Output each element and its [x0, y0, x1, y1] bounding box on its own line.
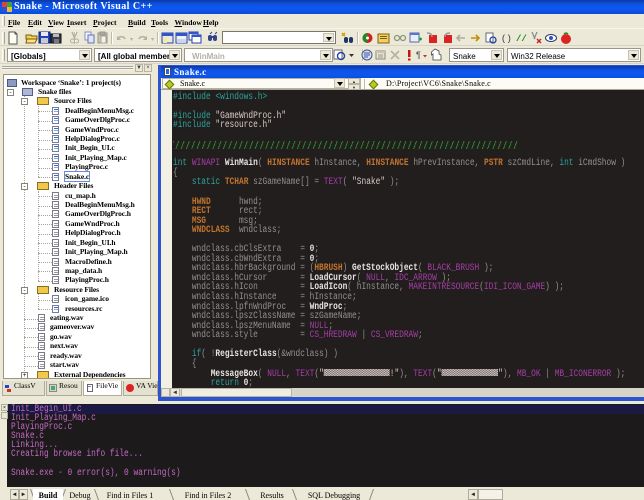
svg-text:¶: ¶	[416, 50, 421, 60]
svg-text://: //	[516, 34, 527, 44]
svg-text:(): ()	[501, 34, 512, 44]
